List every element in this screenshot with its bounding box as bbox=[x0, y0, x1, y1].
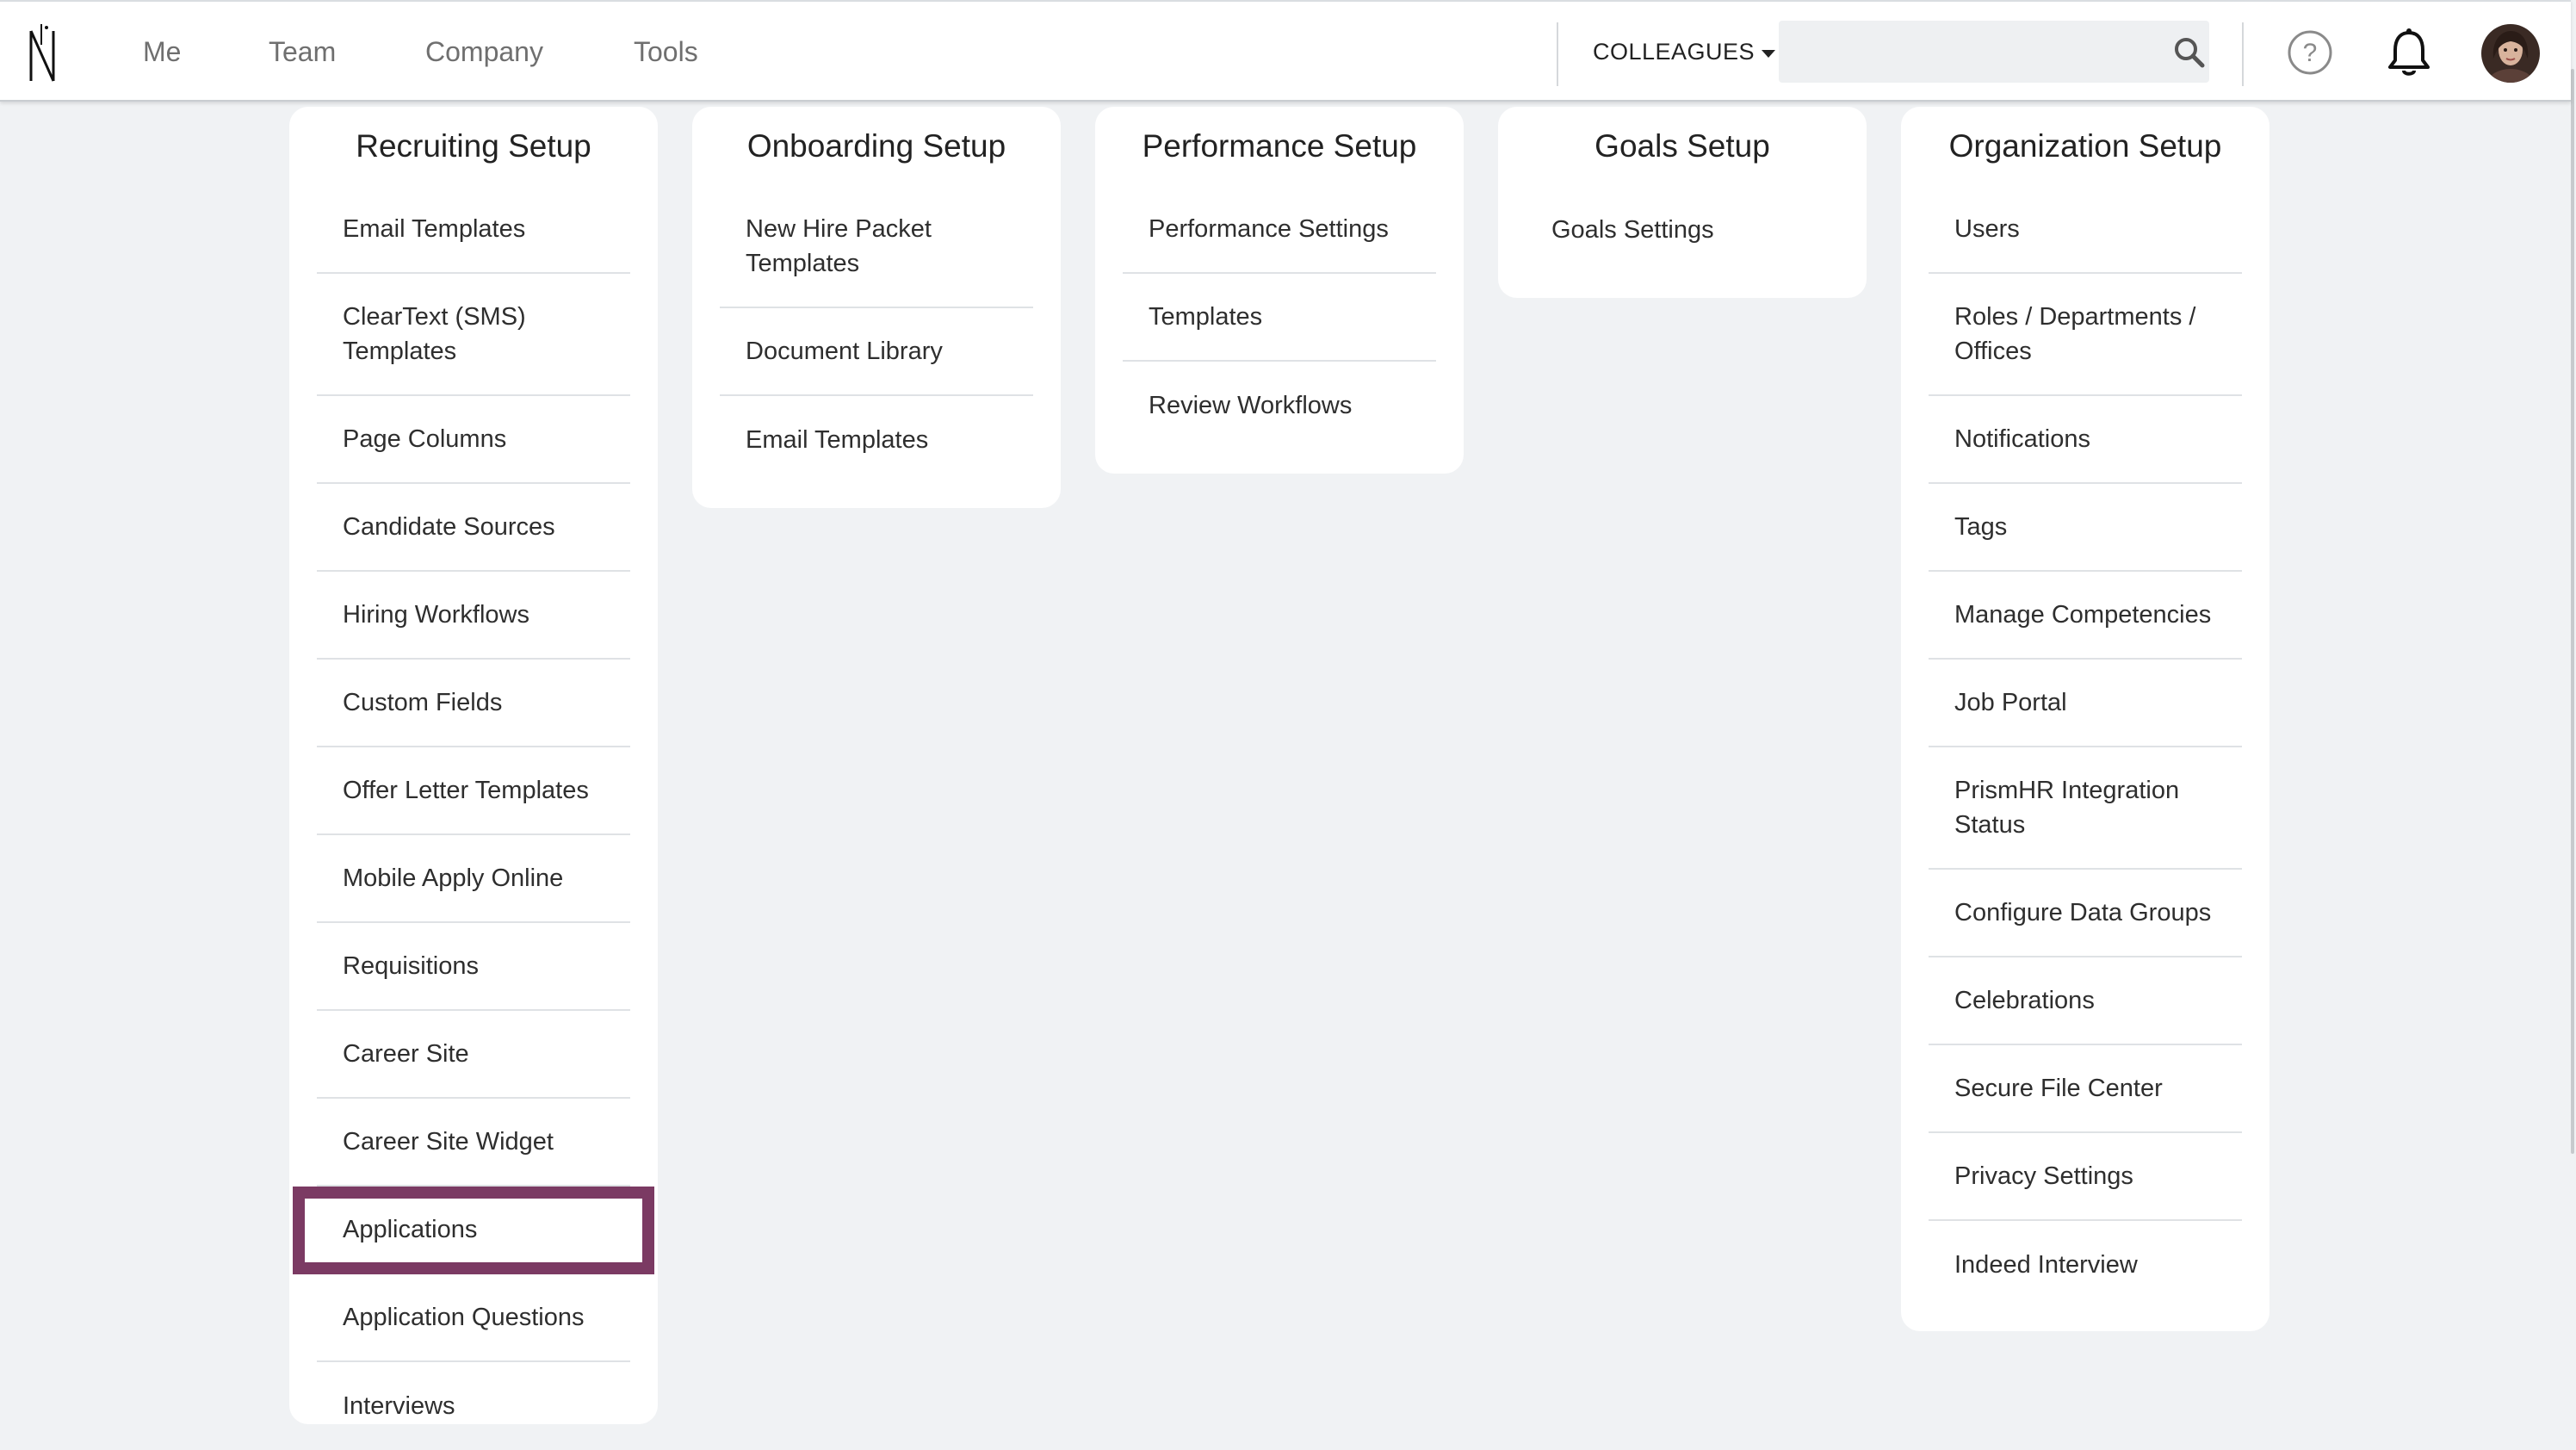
nav-team[interactable]: Team bbox=[269, 34, 336, 69]
nav-divider-2 bbox=[2242, 22, 2244, 86]
menu-item-onboarding-email-templates[interactable]: Email Templates bbox=[720, 396, 1033, 484]
menu-item-applications[interactable]: Applications bbox=[293, 1187, 654, 1274]
menu-item-templates[interactable]: Templates bbox=[1123, 274, 1436, 362]
menu-item-prismhr-integration-status[interactable]: PrismHR Integration Status bbox=[1929, 747, 2242, 870]
menu-item-mobile-apply-online[interactable]: Mobile Apply Online bbox=[317, 835, 630, 923]
recruiting-setup-title: Recruiting Setup bbox=[356, 128, 591, 164]
nav-tools[interactable]: Tools bbox=[634, 34, 698, 69]
svg-text:?: ? bbox=[2303, 39, 2318, 67]
menu-item-goals-settings[interactable]: Goals Settings bbox=[1526, 186, 1839, 274]
logo-icon[interactable] bbox=[24, 22, 65, 84]
menu-item-tags[interactable]: Tags bbox=[1929, 484, 2242, 572]
onboarding-setup-menu: New Hire Packet Templates Document Libra… bbox=[692, 186, 1061, 484]
organization-setup-title: Organization Setup bbox=[1948, 128, 2222, 164]
menu-item-review-workflows[interactable]: Review Workflows bbox=[1123, 362, 1436, 449]
menu-item-notifications[interactable]: Notifications bbox=[1929, 396, 2242, 484]
menu-item-privacy-settings[interactable]: Privacy Settings bbox=[1929, 1133, 2242, 1221]
recruiting-setup-card: Recruiting Setup Email Templates ClearTe… bbox=[289, 107, 658, 1424]
menu-item-candidate-sources[interactable]: Candidate Sources bbox=[317, 484, 630, 572]
performance-setup-title: Performance Setup bbox=[1142, 128, 1417, 164]
caret-down-icon bbox=[1762, 49, 1776, 58]
menu-item-performance-settings[interactable]: Performance Settings bbox=[1123, 186, 1436, 274]
top-navigation-bar: Me Team Company Tools COLLEAGUES ? bbox=[0, 0, 2571, 102]
bell-icon[interactable] bbox=[2385, 28, 2433, 77]
menu-item-hiring-workflows[interactable]: Hiring Workflows bbox=[317, 572, 630, 660]
menu-item-document-library[interactable]: Document Library bbox=[720, 308, 1033, 396]
organization-setup-card: Organization Setup Users Roles / Departm… bbox=[1901, 107, 2269, 1331]
menu-item-secure-file-center[interactable]: Secure File Center bbox=[1929, 1045, 2242, 1133]
menu-item-users[interactable]: Users bbox=[1929, 186, 2242, 274]
menu-item-career-site-widget[interactable]: Career Site Widget bbox=[317, 1099, 630, 1187]
nav-me[interactable]: Me bbox=[143, 34, 181, 69]
menu-item-indeed-interview[interactable]: Indeed Interview bbox=[1929, 1221, 2242, 1309]
organization-setup-menu: Users Roles / Departments / Offices Noti… bbox=[1901, 186, 2269, 1309]
goals-setup-card: Goals Setup Goals Settings bbox=[1498, 107, 1867, 298]
menu-item-celebrations[interactable]: Celebrations bbox=[1929, 957, 2242, 1045]
colleagues-dropdown[interactable]: COLLEAGUES bbox=[1593, 36, 1776, 67]
menu-item-requisitions[interactable]: Requisitions bbox=[317, 923, 630, 1011]
nav-company[interactable]: Company bbox=[425, 34, 543, 69]
menu-item-interviews[interactable]: Interviews bbox=[317, 1362, 630, 1450]
menu-item-page-columns[interactable]: Page Columns bbox=[317, 396, 630, 484]
menu-item-manage-competencies[interactable]: Manage Competencies bbox=[1929, 572, 2242, 660]
colleagues-label: COLLEAGUES bbox=[1593, 39, 1756, 65]
goals-setup-menu: Goals Settings bbox=[1498, 186, 1867, 274]
search-input[interactable] bbox=[1779, 21, 2209, 83]
performance-setup-menu: Performance Settings Templates Review Wo… bbox=[1095, 186, 1464, 449]
recruiting-setup-menu: Email Templates ClearText (SMS) Template… bbox=[289, 186, 658, 1450]
goals-setup-title: Goals Setup bbox=[1595, 128, 1770, 164]
performance-setup-card: Performance Setup Performance Settings T… bbox=[1095, 107, 1464, 474]
menu-item-email-templates[interactable]: Email Templates bbox=[317, 186, 630, 274]
menu-item-roles-departments-offices[interactable]: Roles / Departments / Offices bbox=[1929, 274, 2242, 396]
nav-divider bbox=[1557, 22, 1558, 86]
menu-item-offer-letter-templates[interactable]: Offer Letter Templates bbox=[317, 747, 630, 835]
menu-item-configure-data-groups[interactable]: Configure Data Groups bbox=[1929, 870, 2242, 957]
onboarding-setup-title: Onboarding Setup bbox=[746, 128, 1006, 164]
menu-item-cleartext-sms-templates[interactable]: ClearText (SMS) Templates bbox=[317, 274, 630, 396]
menu-item-job-portal[interactable]: Job Portal bbox=[1929, 660, 2242, 747]
scrollbar[interactable] bbox=[2571, 69, 2574, 1154]
search-icon[interactable] bbox=[2173, 36, 2206, 69]
help-icon[interactable]: ? bbox=[2287, 29, 2333, 76]
menu-item-application-questions[interactable]: Application Questions bbox=[317, 1274, 630, 1362]
menu-item-career-site[interactable]: Career Site bbox=[317, 1011, 630, 1099]
avatar[interactable] bbox=[2481, 24, 2540, 83]
onboarding-setup-card: Onboarding Setup New Hire Packet Templat… bbox=[692, 107, 1061, 508]
menu-item-custom-fields[interactable]: Custom Fields bbox=[317, 660, 630, 747]
menu-item-new-hire-packet-templates[interactable]: New Hire Packet Templates bbox=[720, 186, 1033, 308]
